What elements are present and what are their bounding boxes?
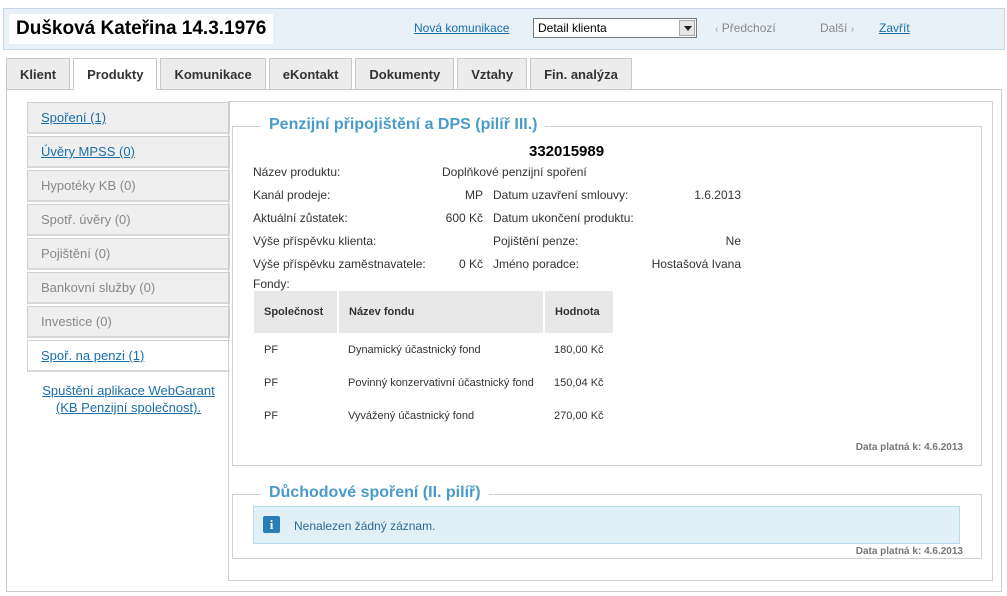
tab-bar: Klient Produkty Komunikace eKontakt Doku… [6, 58, 635, 90]
table-row: PF Vyvážený účastnický fond 270,00 Kč [254, 399, 614, 432]
retirement-section-title: Důchodové spoření (II. pilíř) [261, 484, 489, 502]
end-date-label: Datum ukončení produktu: [493, 211, 634, 225]
prev-button[interactable]: ‹ Předchozí [715, 21, 776, 35]
pension-section: Penzijní připojištění a DPS (pilíř III.)… [232, 116, 982, 466]
sidebar-item-bankovni-sluzby: Bankovní služby (0) [27, 272, 230, 304]
product-sidebar: Spoření (1) Úvěry MPSS (0) Hypotéky KB (… [27, 102, 230, 416]
tab-ekontakt[interactable]: eKontakt [268, 58, 353, 89]
fund-name: Vyvážený účastnický fond [348, 409, 475, 422]
pension-insurance-value: Ne [725, 234, 741, 248]
sidebar-item-investice: Investice (0) [27, 306, 230, 338]
retirement-section: Důchodové spoření (II. pilíř) i Nenaleze… [232, 484, 982, 559]
client-contribution-label: Výše příspěvku klienta: [253, 234, 377, 248]
advisor-label: Jméno poradce: [493, 257, 580, 271]
funds-label: Fondy: [253, 277, 290, 291]
fund-value: 180,00 Kč [554, 343, 604, 356]
tab-dokumenty[interactable]: Dokumenty [355, 58, 455, 89]
sidebar-item-pojisteni: Pojištění (0) [27, 238, 230, 270]
no-record-text: Nenalezen žádný záznam. [294, 519, 436, 533]
fund-company: PF [264, 409, 279, 422]
new-communication-link[interactable]: Nová komunikace [414, 21, 509, 35]
tab-vztahy[interactable]: Vztahy [457, 58, 528, 89]
contract-date-label: Datum uzavření smlouvy: [493, 188, 629, 202]
employer-contribution-label: Výše příspěvku zaměstnavatele: [253, 257, 426, 271]
funds-table: Společnost Název fondu Hodnota PF Dynami… [254, 291, 615, 432]
no-record-message: i Nenalezen žádný záznam. [253, 506, 960, 544]
chevron-down-icon[interactable] [679, 20, 695, 36]
next-label: Další [820, 21, 848, 35]
view-select[interactable]: Detail klienta [533, 18, 697, 38]
products-panel: Spoření (1) Úvěry MPSS (0) Hypotéky KB (… [6, 89, 1002, 592]
contract-date-value: 1.6.2013 [694, 188, 741, 202]
sidebar-item-spotr-uvery: Spotř. úvěry (0) [27, 204, 230, 236]
fund-name: Dynamický účastnický fond [348, 343, 481, 356]
col-spolecnost: Společnost [254, 291, 339, 333]
fund-company: PF [264, 343, 279, 356]
pension-insurance-label: Pojištění penze: [493, 234, 579, 248]
channel-value: MP [465, 188, 483, 202]
chevron-left-icon: ‹ [715, 24, 719, 35]
product-name-value: Doplňkové penzijní spoření [442, 165, 587, 179]
fund-value: 270,00 Kč [554, 409, 604, 422]
sidebar-item-hypoteky: Hypotéky KB (0) [27, 170, 230, 202]
fund-value: 150,04 Kč [554, 376, 604, 389]
pension-valid-date: Data platná k: 4.6.2013 [855, 442, 963, 453]
col-hodnota: Hodnota [544, 291, 615, 333]
close-link[interactable]: Zavřít [879, 21, 910, 35]
contract-number: 332015989 [529, 143, 605, 160]
webgarant-link-line1: Spuštění aplikace WebGarant [42, 383, 215, 398]
tab-fin-analyza[interactable]: Fin. analýza [530, 58, 632, 89]
balance-label: Aktuální zůstatek: [253, 211, 348, 225]
channel-label: Kanál prodeje: [253, 188, 331, 202]
balance-value: 600 Kč [445, 211, 483, 225]
webgarant-link[interactable]: Spuštění aplikace WebGarant (KB Penzijní… [27, 382, 230, 416]
table-header-row: Společnost Název fondu Hodnota [254, 291, 615, 333]
advisor-value: Hostašová Ivana [651, 257, 741, 271]
next-button[interactable]: Další › [820, 21, 854, 35]
tab-klient[interactable]: Klient [6, 58, 71, 89]
view-select-value: Detail klienta [538, 21, 607, 35]
tab-komunikace[interactable]: Komunikace [160, 58, 266, 89]
table-row: PF Dynamický účastnický fond 180,00 Kč [254, 333, 614, 366]
employer-contribution-value: 0 Kč [458, 257, 483, 271]
pension-section-title: Penzijní připojištění a DPS (pilíř III.) [261, 116, 546, 134]
prev-label: Předchozí [721, 21, 776, 35]
client-header: Dušková Kateřina 14.3.1976 Nová komunika… [3, 8, 1005, 50]
fund-company: PF [264, 376, 279, 389]
retirement-valid-date: Data platná k: 4.6.2013 [855, 546, 963, 557]
col-nazev-fondu: Název fondu [338, 291, 545, 333]
chevron-right-icon: › [850, 24, 855, 35]
info-icon: i [263, 516, 280, 533]
sidebar-item-uvery-mpss[interactable]: Úvěry MPSS (0) [27, 136, 230, 168]
product-detail: Penzijní připojištění a DPS (pilíř III.)… [228, 101, 993, 581]
webgarant-link-line2: (KB Penzijní společnost). [55, 400, 202, 415]
client-name: Dušková Kateřina 14.3.1976 [9, 14, 274, 44]
tab-produkty[interactable]: Produkty [73, 58, 158, 90]
table-row: PF Povinný konzervativní účastnický fond… [254, 366, 614, 399]
sidebar-item-spor-na-penzi[interactable]: Spoř. na penzi (1) [27, 340, 230, 372]
sidebar-item-sporeni[interactable]: Spoření (1) [27, 102, 230, 134]
product-name-label: Název produktu: [253, 165, 341, 179]
fund-name: Povinný konzervativní účastnický fond [348, 376, 534, 389]
